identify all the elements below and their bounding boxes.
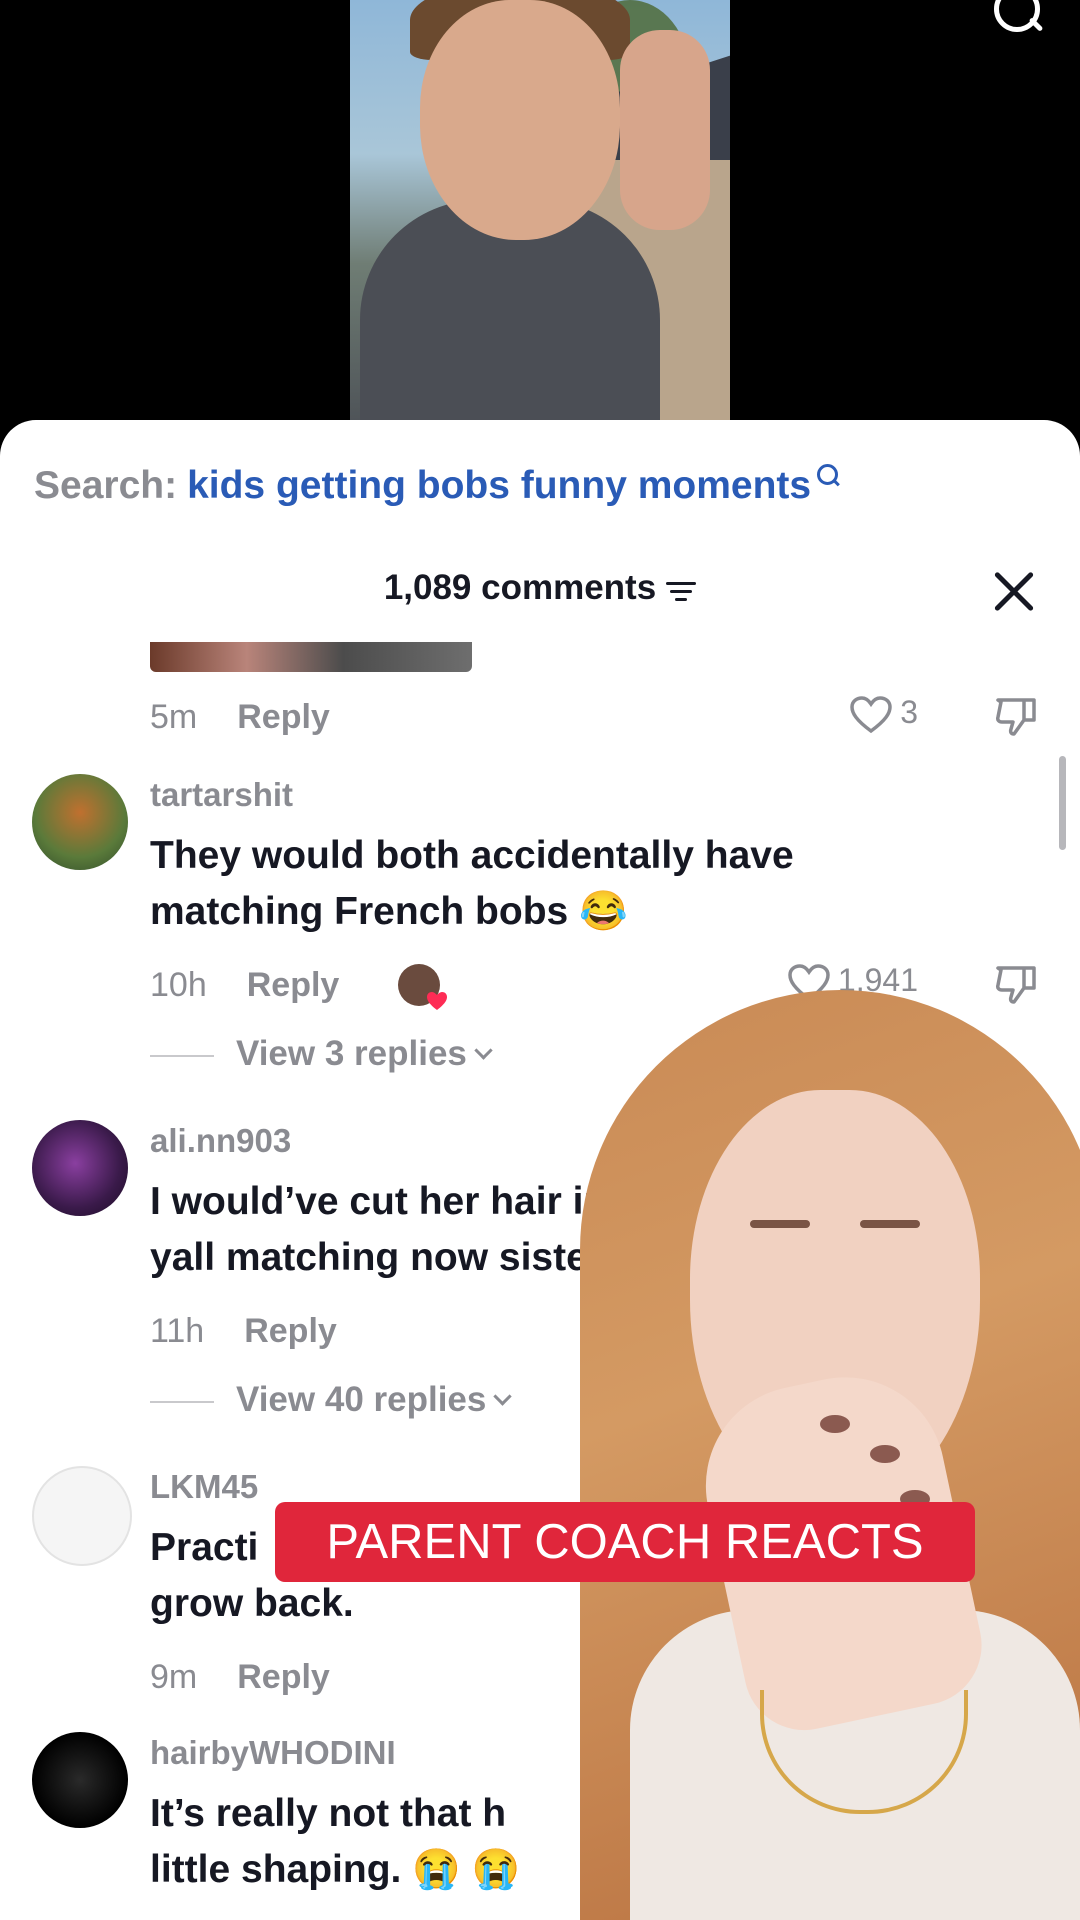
comments-count: 1,089 comments (383, 568, 657, 607)
chevron-down-icon (474, 1041, 493, 1060)
reply-button[interactable]: Reply (247, 966, 340, 1005)
video-player[interactable] (0, 0, 1080, 440)
comment-meta: 5m Reply (150, 698, 330, 737)
reply-button[interactable]: Reply (237, 698, 330, 737)
comment-username[interactable]: tartarshit (150, 776, 293, 814)
comment-username[interactable]: hairbyWHODINI (150, 1734, 396, 1772)
overlay-caption-banner: PARENT COACH REACTS (275, 1502, 975, 1582)
heart-icon (427, 992, 447, 1010)
reply-button[interactable]: Reply (244, 1312, 337, 1351)
comment-username[interactable]: LKM45 (150, 1468, 258, 1506)
scrollbar[interactable] (1059, 756, 1066, 850)
reply-button[interactable]: Reply (237, 1658, 330, 1697)
comment-text-line2: little shaping. 😭 😭 (150, 1848, 521, 1891)
creator-liked-avatar (398, 964, 447, 1010)
comment-text-line1: It’s really not that h (150, 1792, 507, 1835)
comment-time: 11h (150, 1312, 205, 1350)
view-replies-label: View 40 replies (236, 1380, 487, 1419)
avatar[interactable] (32, 1120, 128, 1216)
close-comments-button[interactable] (992, 570, 1036, 614)
video-thumbnail (350, 0, 730, 440)
avatar[interactable] (32, 774, 128, 870)
nail-shape (870, 1445, 900, 1463)
divider (150, 1400, 214, 1403)
like-button[interactable]: 3 (850, 694, 918, 734)
view-replies-label: View 3 replies (236, 1034, 467, 1073)
comment-meta: 11h Reply (150, 1312, 337, 1351)
divider (150, 1054, 214, 1057)
chevron-down-icon (493, 1387, 513, 1406)
video-person-head (420, 0, 620, 240)
search-query-link[interactable]: kids getting bobs funny moments (187, 464, 811, 507)
creator-overlay-video (520, 990, 1080, 1920)
comment-text: They would both accidentally have matchi… (150, 828, 910, 940)
comment-time: 10h (150, 966, 207, 1004)
comment-meta: 9m Reply (150, 1658, 330, 1697)
comment-text-line1: Practi (150, 1526, 259, 1569)
view-replies-button[interactable]: View 40 replies (150, 1380, 513, 1420)
nail-shape (820, 1415, 850, 1433)
search-icon (815, 462, 841, 488)
comment-time: 5m (150, 698, 198, 736)
comment-username[interactable]: ali.nn903 (150, 1122, 291, 1160)
avatar[interactable] (32, 1732, 128, 1828)
avatar[interactable] (32, 1466, 132, 1566)
comment-text-content: They would both accidentally have matchi… (150, 834, 794, 933)
filter-icon[interactable] (666, 580, 697, 604)
comments-header: 1,089 comments (0, 568, 1080, 608)
overlay-person-eye (750, 1220, 810, 1228)
dislike-icon[interactable] (994, 694, 1040, 738)
view-replies-button[interactable]: View 3 replies (150, 1034, 493, 1074)
heart-icon (850, 695, 892, 733)
overlay-person-eye (860, 1220, 920, 1228)
video-person-hand (620, 30, 710, 230)
comment-meta: 10h Reply (150, 966, 339, 1005)
comment-image-preview[interactable] (150, 642, 472, 672)
comment-time: 9m (150, 1658, 198, 1696)
search-icon[interactable] (988, 0, 1048, 50)
search-prefix: Search: (34, 464, 178, 507)
like-count: 3 (900, 694, 918, 730)
search-suggestion[interactable]: Search: kids getting bobs funny moments (34, 464, 841, 508)
comment-text-line2: grow back. (150, 1582, 354, 1625)
